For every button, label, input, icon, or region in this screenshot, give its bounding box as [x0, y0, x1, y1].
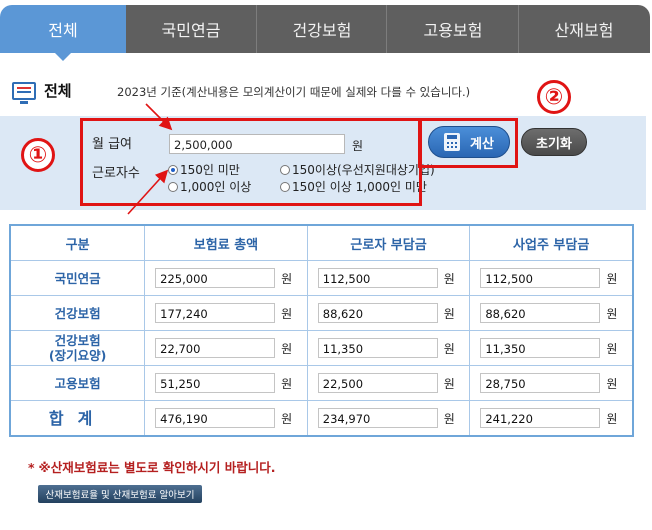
unit: 원: [443, 271, 455, 286]
unit: 원: [281, 306, 293, 321]
industrial-accident-rate-link-button[interactable]: 산재보험료율 및 산재보험료 알아보기: [38, 485, 202, 503]
employee-value: 112,500: [317, 268, 438, 288]
employee-value: 234,970: [317, 408, 438, 428]
table-row-national-pension: 국민연금 225,000 원 112,500 원 112,500 원: [9, 260, 634, 296]
employer-value: 112,500: [480, 268, 601, 288]
premium-table: 구분 보험료 총액 근로자 부담금 사업주 부담금 국민연금 225,000 원 …: [9, 224, 634, 437]
unit: 원: [443, 306, 455, 321]
employee-value: 11,350: [317, 338, 438, 358]
employee-value: 22,500: [317, 373, 438, 393]
employer-value: 28,750: [480, 373, 601, 393]
row-label: 국민연금: [9, 260, 146, 296]
row-label-total: 합계: [9, 400, 146, 437]
unit: 원: [606, 271, 618, 286]
arrow-to-radio: [127, 169, 169, 215]
total-value: 476,190: [155, 408, 276, 428]
row-label: 고용보험: [9, 365, 146, 401]
arrow-to-salary: [145, 103, 173, 131]
header-category: 구분: [9, 224, 146, 261]
row-label: 건강보험: [9, 295, 146, 331]
unit: 원: [606, 306, 618, 321]
note-bullet: *: [28, 460, 35, 475]
unit: 원: [443, 376, 455, 391]
employer-value: 241,220: [480, 408, 601, 428]
table-row-total: 합계 476,190 원 234,970 원 241,220 원: [9, 400, 634, 437]
total-value: 51,250: [155, 373, 276, 393]
row-label-line1: 건강보험: [54, 333, 101, 348]
unit: 원: [443, 341, 455, 356]
total-value: 177,240: [155, 303, 276, 323]
unit: 원: [281, 376, 293, 391]
employer-value: 88,620: [480, 303, 601, 323]
header-total: 보험료 총액: [144, 224, 308, 261]
table-row-long-term-care: 건강보험 (장기요양) 22,700 원 11,350 원 11,350 원: [9, 330, 634, 366]
unit: 원: [606, 411, 618, 426]
unit: 원: [281, 341, 293, 356]
total-value: 225,000: [155, 268, 276, 288]
unit: 원: [281, 271, 293, 286]
employer-value: 11,350: [480, 338, 601, 358]
table-header-row: 구분 보험료 총액 근로자 부담금 사업주 부담금: [9, 224, 634, 261]
unit: 원: [443, 411, 455, 426]
row-label: 건강보험 (장기요양): [9, 330, 146, 366]
unit: 원: [281, 411, 293, 426]
header-employee: 근로자 부담금: [306, 224, 471, 261]
unit: 원: [606, 376, 618, 391]
employee-value: 88,620: [317, 303, 438, 323]
industrial-accident-note: * ※산재보험료는 별도로 확인하시기 바랍니다.: [28, 457, 276, 476]
unit: 원: [606, 341, 618, 356]
total-value: 22,700: [155, 338, 276, 358]
table-row-health-insurance: 건강보험 177,240 원 88,620 원 88,620 원: [9, 295, 634, 331]
note-text: ※산재보험료는 별도로 확인하시기 바랍니다.: [38, 460, 276, 475]
header-employer: 사업주 부담금: [469, 224, 634, 261]
table-row-employment-insurance: 고용보험 51,250 원 22,500 원 28,750 원: [9, 365, 634, 401]
row-label-line2: (장기요양): [48, 348, 107, 363]
